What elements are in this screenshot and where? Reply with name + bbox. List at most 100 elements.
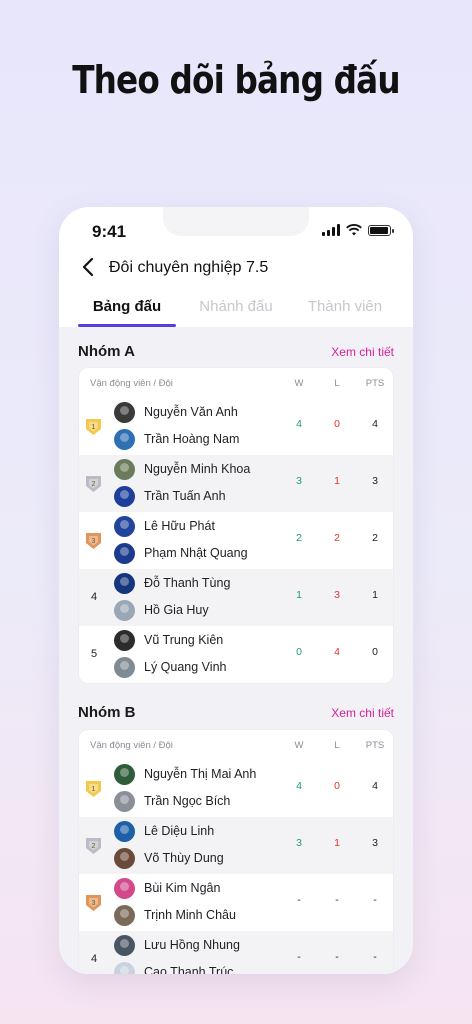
status-time: 9:41 bbox=[92, 222, 127, 241]
player-one: Nguyễn Thị Mai Anh bbox=[114, 763, 256, 785]
player-two: Trần Ngọc Bích bbox=[114, 790, 230, 812]
losses-value: 2 bbox=[334, 532, 340, 544]
medal-icon: 3 bbox=[86, 533, 101, 549]
points-value: - bbox=[373, 894, 377, 906]
wins-value: 4 bbox=[296, 418, 302, 430]
medal-rank: 1 bbox=[92, 786, 96, 793]
player-name: Nguyễn Minh Khoa bbox=[144, 462, 251, 476]
player-two: Lý Quang Vinh bbox=[114, 656, 226, 678]
group-header-a: Nhóm A Xem chi tiết bbox=[78, 343, 394, 363]
back-arrow-icon[interactable] bbox=[77, 255, 101, 279]
player-name: Phạm Nhật Quang bbox=[144, 546, 248, 560]
tab-nhanh-dau[interactable]: Nhánh đấu bbox=[186, 295, 286, 315]
table-row[interactable]: 1 Nguyễn Văn Anh Trần Hoàng Nam 4 0 4 bbox=[79, 398, 393, 455]
losses-value: 0 bbox=[334, 780, 340, 792]
player-name: Lê Diệu Linh bbox=[144, 824, 215, 838]
player-name: Trần Tuấn Anh bbox=[144, 489, 226, 503]
standings-card-b: Vận động viên / Đội W L PTS 1 Nguyễn Thị Mai … bbox=[78, 729, 394, 974]
avatar bbox=[114, 656, 135, 678]
view-details-link[interactable]: Xem chi tiết bbox=[331, 706, 394, 720]
tab-bar: Bảng đấu Nhánh đấu Thành viên bbox=[59, 295, 413, 327]
avatar bbox=[114, 877, 135, 899]
avatar bbox=[114, 599, 135, 621]
player-one: Nguyễn Văn Anh bbox=[114, 401, 238, 423]
rank-number: 4 bbox=[90, 953, 98, 965]
view-details-link[interactable]: Xem chi tiết bbox=[331, 345, 394, 359]
player-two: Phạm Nhật Quang bbox=[114, 542, 248, 564]
tab-bang-dau[interactable]: Bảng đấu bbox=[78, 295, 176, 315]
rank-number: 5 bbox=[90, 648, 98, 660]
player-name: Lưu Hồng Nhung bbox=[144, 938, 240, 952]
table-header: Vận động viên / Đội W L PTS bbox=[79, 730, 393, 760]
player-two: Trịnh Minh Châu bbox=[114, 904, 236, 926]
medal-rank: 3 bbox=[92, 538, 96, 545]
table-row[interactable]: 1 Nguyễn Thị Mai Anh Trần Ngọc Bích 4 0 4 bbox=[79, 760, 393, 817]
col-w: W bbox=[294, 378, 304, 389]
col-l: L bbox=[334, 378, 340, 389]
avatar bbox=[114, 847, 135, 869]
losses-value: - bbox=[335, 951, 339, 963]
wins-value: 3 bbox=[296, 475, 302, 487]
player-name: Vũ Trung Kiên bbox=[144, 633, 224, 647]
medal-rank: 2 bbox=[92, 843, 96, 850]
col-w: W bbox=[294, 740, 304, 751]
player-name: Nguyễn Thị Mai Anh bbox=[144, 767, 257, 781]
nav-bar: Đôi chuyên nghiệp 7.5 bbox=[59, 255, 413, 283]
medal-rank: 2 bbox=[92, 481, 96, 488]
page-title: Đôi chuyên nghiệp 7.5 bbox=[109, 259, 269, 276]
status-bar: 9:41 bbox=[59, 207, 413, 251]
wifi-icon bbox=[346, 224, 362, 236]
group-header-b: Nhóm B Xem chi tiết bbox=[78, 704, 394, 724]
avatar bbox=[114, 542, 135, 564]
player-name: Trần Hoàng Nam bbox=[144, 432, 240, 446]
player-two: Võ Thùy Dung bbox=[114, 847, 224, 869]
player-name: Hồ Gia Huy bbox=[144, 603, 209, 617]
wins-value: - bbox=[297, 894, 301, 906]
table-row[interactable]: 2 Lê Diệu Linh Võ Thùy Dung 3 1 3 bbox=[79, 817, 393, 874]
medal-rank: 1 bbox=[92, 424, 96, 431]
medal-rank: 3 bbox=[92, 900, 96, 907]
avatar bbox=[114, 790, 135, 812]
avatar bbox=[114, 485, 135, 507]
table-row[interactable]: 5 Vũ Trung Kiên Lý Quang Vinh 0 4 0 bbox=[79, 626, 393, 683]
avatar bbox=[114, 428, 135, 450]
player-two: Cao Thanh Trúc bbox=[114, 961, 233, 974]
group-title: Nhóm A bbox=[78, 343, 135, 360]
avatar bbox=[114, 763, 135, 785]
wins-value: 4 bbox=[296, 780, 302, 792]
wins-value: 2 bbox=[296, 532, 302, 544]
status-icons bbox=[322, 224, 394, 236]
avatar bbox=[114, 820, 135, 842]
table-row[interactable]: 4 Đỗ Thanh Tùng Hồ Gia Huy 1 3 1 bbox=[79, 569, 393, 626]
table-row[interactable]: 3 Bùi Kim Ngân Trịnh Minh Châu - - - bbox=[79, 874, 393, 931]
avatar bbox=[114, 572, 135, 594]
avatar bbox=[114, 961, 135, 974]
tab-thanh-vien[interactable]: Thành viên bbox=[295, 295, 395, 315]
player-two: Hồ Gia Huy bbox=[114, 599, 209, 621]
medal-icon: 1 bbox=[86, 781, 101, 797]
table-row[interactable]: 3 Lê Hữu Phát Phạm Nhật Quang 2 2 2 bbox=[79, 512, 393, 569]
wins-value: - bbox=[297, 951, 301, 963]
phone-frame: 9:41 Đôi chuyên nghiệp 7.5 Bảng đấu Nhán… bbox=[59, 207, 413, 974]
player-name: Lý Quang Vinh bbox=[144, 660, 227, 674]
standings-card-a: Vận động viên / Đội W L PTS 1 Nguyễn Văn Anh T… bbox=[78, 367, 394, 684]
avatar bbox=[114, 401, 135, 423]
player-name: Trần Ngọc Bích bbox=[144, 794, 231, 808]
col-player: Vận động viên / Đội bbox=[90, 740, 173, 751]
player-name: Bùi Kim Ngân bbox=[144, 881, 221, 895]
headline: Theo dõi bảng đấu bbox=[72, 58, 400, 102]
avatar bbox=[114, 515, 135, 537]
battery-icon bbox=[368, 224, 394, 236]
player-one: Đỗ Thanh Tùng bbox=[114, 572, 230, 594]
losses-value: 1 bbox=[334, 837, 340, 849]
avatar bbox=[114, 629, 135, 651]
table-row[interactable]: 4 Lưu Hồng Nhung Cao Thanh Trúc - - - bbox=[79, 931, 393, 974]
medal-icon: 3 bbox=[86, 895, 101, 911]
avatar bbox=[114, 934, 135, 956]
medal-icon: 1 bbox=[86, 419, 101, 435]
table-row[interactable]: 2 Nguyễn Minh Khoa Trần Tuấn Anh 3 1 3 bbox=[79, 455, 393, 512]
losses-value: 3 bbox=[334, 589, 340, 601]
points-value: 2 bbox=[372, 532, 378, 544]
points-value: 4 bbox=[372, 780, 378, 792]
points-value: 0 bbox=[372, 646, 378, 658]
